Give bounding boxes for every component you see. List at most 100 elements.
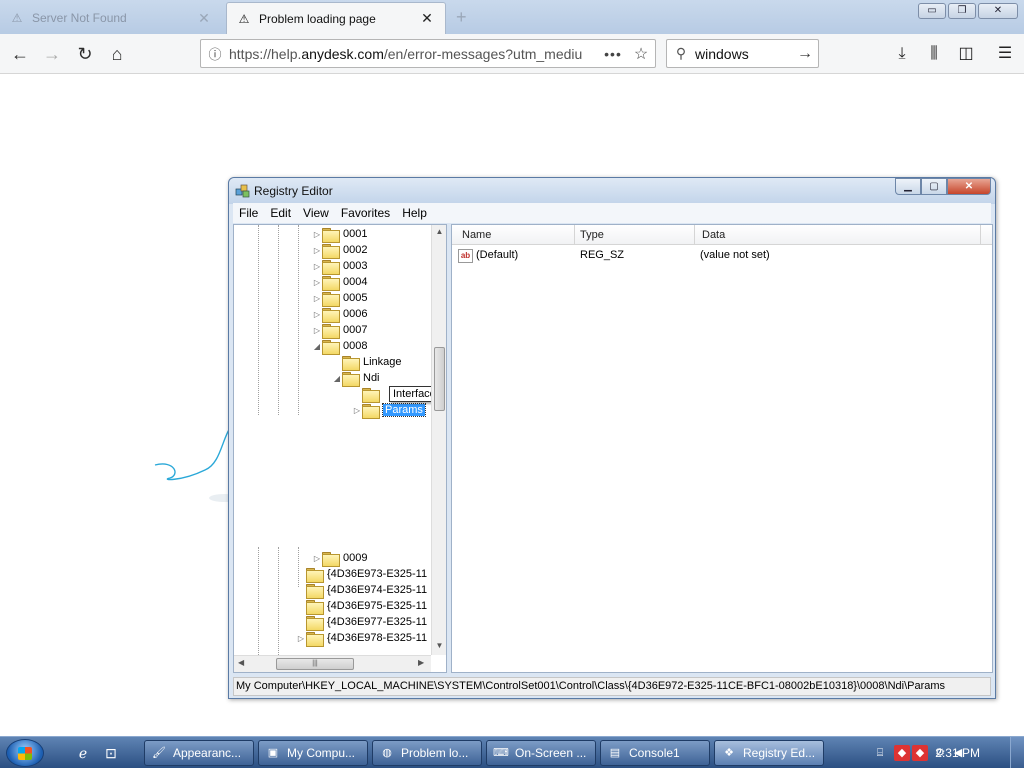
expand-icon[interactable]: ▷ bbox=[312, 262, 322, 271]
restore-button[interactable]: ❐ bbox=[948, 3, 976, 19]
column-header-data[interactable]: Data bbox=[702, 229, 725, 241]
list-header: Name Type Data bbox=[452, 225, 992, 245]
tree-node-0003[interactable]: ▷ 0003 bbox=[312, 258, 367, 275]
info-icon[interactable]: ⓘ bbox=[201, 44, 229, 63]
menu-help[interactable]: Help bbox=[396, 206, 433, 220]
page-actions-icon[interactable]: ••• bbox=[599, 46, 627, 62]
taskbar-button-appearance[interactable]: 🖌 Appearanc... bbox=[144, 740, 254, 766]
search-input[interactable]: windows bbox=[695, 46, 792, 62]
tree-vertical-scrollbar[interactable]: ▲ ▼ bbox=[431, 225, 446, 655]
url-text[interactable]: https://help.anydesk.com/en/error-messag… bbox=[229, 46, 599, 62]
tab-server-not-found[interactable]: ⚠ Server Not Found ✕ bbox=[0, 2, 222, 34]
downloads-icon[interactable]: ⤓ bbox=[890, 43, 914, 65]
tree-node-0006[interactable]: ▷ 0006 bbox=[312, 306, 367, 323]
scroll-thumb[interactable] bbox=[434, 347, 445, 411]
tree-node-0008[interactable]: ◢ 0008 bbox=[312, 338, 367, 355]
tree-node-interfaces[interactable] bbox=[352, 386, 383, 403]
search-bar[interactable]: ⚲ windows → bbox=[666, 39, 819, 68]
tree-node-0007[interactable]: ▷ 0007 bbox=[312, 322, 367, 339]
start-button[interactable] bbox=[6, 739, 44, 767]
expand-icon[interactable]: ▷ bbox=[312, 278, 322, 287]
show-desktop-button[interactable] bbox=[1010, 737, 1024, 768]
url-bar[interactable]: ⓘ https://help.anydesk.com/en/error-mess… bbox=[200, 39, 656, 68]
taskbar-button-on-screen-keyboard[interactable]: ⌨ On-Screen ... bbox=[486, 740, 596, 766]
tree-node-class-e974[interactable]: {4D36E974-E325-11 bbox=[296, 582, 428, 599]
tree-node-0002[interactable]: ▷ 0002 bbox=[312, 242, 367, 259]
expand-icon[interactable]: ▷ bbox=[296, 634, 306, 643]
close-button[interactable]: ✕ bbox=[947, 178, 991, 195]
scroll-down-icon[interactable]: ▼ bbox=[432, 641, 446, 650]
column-header-name[interactable]: Name bbox=[462, 229, 491, 241]
registry-values-list[interactable]: Name Type Data ab (Default) REG_SZ (valu… bbox=[451, 224, 993, 673]
forward-button[interactable]: → bbox=[40, 42, 64, 66]
scroll-thumb[interactable]: ||| bbox=[276, 658, 354, 670]
search-go-icon[interactable]: → bbox=[792, 45, 818, 63]
tab-problem-loading-page[interactable]: ⚠ Problem loading page ✕ bbox=[226, 2, 446, 34]
expand-icon[interactable]: ▷ bbox=[312, 554, 322, 563]
close-window-button[interactable]: ✕ bbox=[978, 3, 1018, 19]
column-header-type[interactable]: Type bbox=[580, 229, 604, 241]
scroll-right-icon[interactable]: ▶ bbox=[418, 658, 424, 667]
tree-node-linkage[interactable]: Linkage bbox=[332, 354, 402, 371]
tree-node-class-e975[interactable]: {4D36E975-E325-11 bbox=[296, 598, 427, 615]
explorer-icon[interactable]: ⊡ bbox=[102, 744, 120, 762]
tree-node-label: {4D36E978-E325-11 bbox=[327, 632, 428, 644]
tree-node-class-e973[interactable]: {4D36E973-E325-11 bbox=[296, 566, 427, 583]
expand-icon[interactable]: ▷ bbox=[352, 406, 362, 415]
tree-node-class-e977[interactable]: {4D36E977-E325-11 bbox=[296, 614, 427, 631]
collapse-icon[interactable]: ◢ bbox=[312, 342, 322, 351]
keyboard-layout-icon[interactable]: ⌸ bbox=[872, 745, 888, 761]
expand-icon[interactable]: ▷ bbox=[312, 294, 322, 303]
taskbar-button-label: Registry Ed... bbox=[743, 746, 816, 760]
tree-node-0005[interactable]: ▷ 0005 bbox=[312, 290, 367, 307]
back-button[interactable]: ← bbox=[8, 42, 32, 66]
home-button[interactable]: ⌂ bbox=[105, 42, 129, 66]
expand-icon[interactable]: ▷ bbox=[312, 326, 322, 335]
expand-icon[interactable]: ▷ bbox=[312, 310, 322, 319]
new-tab-button[interactable]: + bbox=[456, 7, 467, 28]
anydesk-icon[interactable]: ◆ bbox=[894, 745, 910, 761]
registry-key-tree[interactable]: ▷ 0001 ▷ 0002 ▷ 0003 ▷ 0004 ▷ 0005 ▷ 0006 ▷ 000… bbox=[233, 224, 447, 673]
tree-horizontal-scrollbar[interactable]: ◀ ||| ▶ bbox=[234, 655, 431, 672]
close-tab-icon[interactable]: ✕ bbox=[196, 10, 212, 27]
menu-edit[interactable]: Edit bbox=[264, 206, 297, 220]
scroll-up-icon[interactable]: ▲ bbox=[432, 227, 446, 236]
menu-favorites[interactable]: Favorites bbox=[335, 206, 396, 220]
taskbar-button-my-computer[interactable]: ▣ My Compu... bbox=[258, 740, 368, 766]
scroll-left-icon[interactable]: ◀ bbox=[238, 658, 244, 667]
bookmark-star-icon[interactable]: ☆ bbox=[627, 44, 655, 64]
anydesk-icon[interactable]: ◆ bbox=[912, 745, 928, 761]
tree-node-0009[interactable]: ▷ 0009 bbox=[312, 550, 367, 567]
tree-node-label: {4D36E974-E325-11 bbox=[327, 584, 428, 596]
browser-window-controls: ▭ ❐ ✕ bbox=[918, 3, 1018, 19]
library-icon[interactable]: ⫼ bbox=[922, 43, 946, 65]
expand-icon[interactable]: ▷ bbox=[312, 246, 322, 255]
tree-node-ndi[interactable]: ◢ Ndi bbox=[332, 370, 380, 387]
maximize-button[interactable]: ▢ bbox=[921, 178, 947, 195]
taskbar-button-label: My Compu... bbox=[287, 746, 356, 760]
tree-node-params[interactable]: ▷ Params bbox=[352, 402, 426, 419]
folder-icon bbox=[322, 227, 340, 243]
tree-node-class-e978[interactable]: ▷ {4D36E978-E325-11 bbox=[296, 630, 428, 647]
list-item[interactable]: ab (Default) REG_SZ (value not set) bbox=[452, 247, 992, 265]
menu-view[interactable]: View bbox=[297, 206, 335, 220]
clock[interactable]: 2:31 PM bbox=[935, 746, 980, 760]
tree-node-0001[interactable]: ▷ 0001 bbox=[312, 226, 367, 243]
tree-node-label: 0004 bbox=[343, 276, 368, 288]
sidebar-icon[interactable]: ◫ bbox=[954, 43, 978, 65]
menu-file[interactable]: File bbox=[233, 206, 264, 220]
internet-explorer-icon[interactable]: ℯ bbox=[74, 744, 92, 762]
menu-icon[interactable]: ☰ bbox=[993, 43, 1017, 65]
minimize-button[interactable]: ▭ bbox=[918, 3, 946, 19]
taskbar-button-registry-editor[interactable]: ❖ Registry Ed... bbox=[714, 740, 824, 766]
minimize-button[interactable]: ▁ bbox=[895, 178, 921, 195]
reload-button[interactable]: ↻ bbox=[73, 42, 97, 66]
tree-node-0004[interactable]: ▷ 0004 bbox=[312, 274, 368, 291]
expand-icon[interactable]: ▷ bbox=[312, 230, 322, 239]
collapse-icon[interactable]: ◢ bbox=[332, 374, 342, 383]
folder-open-icon bbox=[322, 339, 340, 355]
taskbar-button-firefox[interactable]: ◍ Problem lo... bbox=[372, 740, 482, 766]
taskbar-button-console[interactable]: ▤ Console1 bbox=[600, 740, 710, 766]
registry-editor-titlebar[interactable]: Registry Editor ▁ ▢ ✕ bbox=[229, 178, 995, 204]
close-tab-icon[interactable]: ✕ bbox=[419, 10, 435, 27]
